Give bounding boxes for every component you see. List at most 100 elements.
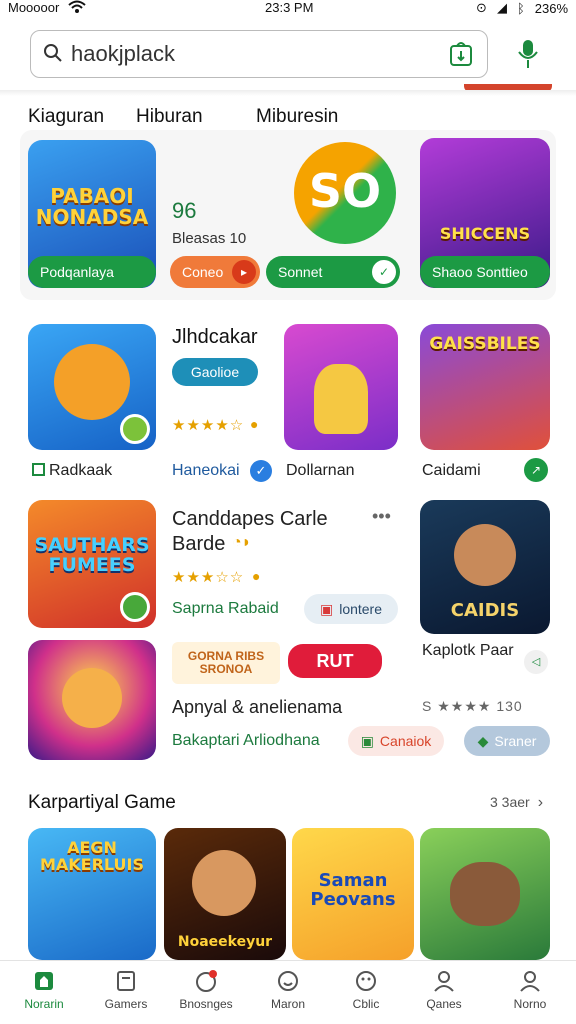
search-icon	[44, 44, 62, 62]
profile-icon	[520, 971, 540, 992]
game-title: Apnyal & anelienama	[172, 697, 343, 717]
installed-icon[interactable]: ↗	[524, 458, 548, 482]
play-store-icon[interactable]	[449, 41, 473, 67]
checkbox-item-label[interactable]: Radkaak	[32, 462, 112, 480]
game-title: Canddapes Carle	[172, 508, 328, 530]
character-art	[192, 850, 256, 916]
games-icon	[117, 971, 135, 991]
nav-profile-games[interactable]: Qanes	[408, 969, 480, 1011]
bear-character-art	[54, 344, 130, 420]
bottom-game-tile-4[interactable]	[420, 828, 550, 960]
check-icon: ✓	[372, 260, 396, 284]
emoji-icon: ◔◗	[232, 534, 252, 551]
game-tile-cowboy[interactable]: CAIDIS	[420, 500, 550, 634]
bottom-navigation: Norarin Gamers Bnosnges Maron Cblic Qane…	[0, 960, 576, 1024]
featured-action-button-1[interactable]: Podqanlaya	[28, 256, 156, 288]
tab-category-2[interactable]: Hiburan	[136, 106, 203, 128]
checkbox[interactable]	[32, 463, 45, 476]
tab-category-3[interactable]: Miburesin	[256, 106, 338, 128]
carrier-label: Mooooor	[8, 0, 60, 15]
see-all-link[interactable]: 3 3aer ›	[490, 794, 543, 812]
bear-character-art	[450, 862, 520, 926]
tag-icon: ◆	[477, 732, 489, 749]
promo-logo: SO	[294, 142, 396, 244]
game-art-title: AEGN MAKERLUIS	[39, 838, 145, 874]
status-bar: Mooooor 23:3 PM ⊙ ◢ ᛒ 236%	[0, 0, 576, 18]
search-bar[interactable]	[30, 30, 488, 78]
badge-icon	[120, 414, 150, 444]
game-tile-cat[interactable]	[284, 324, 398, 450]
alarm-icon: ⊙	[476, 0, 487, 15]
chevron-right-icon: ›	[537, 794, 544, 811]
person-icon	[434, 971, 454, 992]
tag-icon: ▣	[360, 732, 374, 749]
section-title: Karpartiyal Game	[28, 792, 176, 813]
signal-icon: ◢	[496, 0, 507, 15]
game-art-title: Noaeekeyur	[177, 934, 273, 950]
cat-character-art	[314, 364, 368, 434]
messages-icon	[196, 970, 217, 992]
smiley-icon	[278, 971, 298, 991]
home-icon	[35, 972, 53, 990]
game-title: Jlhdcakar	[172, 326, 258, 348]
search-input[interactable]	[71, 39, 431, 69]
nav-messages[interactable]: Bnosnges	[170, 969, 242, 1011]
mic-icon[interactable]	[516, 38, 540, 70]
bottom-game-tile-3[interactable]: Saman Peovans	[292, 828, 414, 960]
battery-label: 236%	[534, 0, 568, 16]
game-art-title: SAUTHARS FUMEES	[34, 534, 150, 576]
share-icon[interactable]: ◁	[524, 650, 548, 674]
game-subtitle: Haneokai	[172, 462, 240, 479]
promo-button-orange[interactable]: Coneo ▸	[170, 256, 260, 288]
promo-value: 96	[172, 198, 197, 223]
game-art-title: GAISSBILES	[429, 334, 541, 354]
game-title: Kaplotk Paar	[422, 642, 514, 659]
bottom-game-tile-1[interactable]: AEGN MAKERLUIS	[28, 828, 156, 960]
game-subtitle: Bakaptari Arliodhana	[172, 732, 320, 749]
featured-action-button-3[interactable]: Shaoo Sonttieo	[420, 256, 550, 288]
rut-button[interactable]: RUT	[288, 644, 382, 678]
tag-icon: ▣	[319, 600, 334, 617]
action-chip[interactable]: ◆ Sraner	[464, 726, 550, 756]
club-icon	[356, 971, 376, 991]
game-label: Caidami	[422, 462, 481, 479]
game-label: Dollarnan	[286, 462, 355, 479]
game-art-title: CAIDIS	[450, 600, 520, 621]
rating-stars: ★★★★☆	[172, 417, 245, 434]
game-tile-hero[interactable]	[28, 640, 156, 760]
game-art-title: PABAOI NONADSA	[35, 184, 149, 229]
verified-icon: ✓	[250, 460, 272, 482]
more-icon[interactable]: •••	[372, 506, 391, 527]
publisher-badge[interactable]: Gaolioe	[172, 358, 258, 386]
game-subtitle: Saprna Rabaid	[172, 600, 279, 617]
promo-card[interactable]: GORNA RIBS SRONOA	[172, 642, 280, 684]
bluetooth-icon: ᛒ	[516, 0, 525, 16]
emoji-icon: ●	[252, 568, 261, 584]
cowboy-character-art	[454, 524, 516, 586]
coin-icon: ●	[250, 416, 259, 432]
header-divider	[0, 90, 576, 96]
game-art-title: Saman Peovans	[310, 870, 396, 910]
action-label: Podqanlaya	[40, 264, 114, 280]
nav-marathon[interactable]: Maron	[252, 969, 324, 1011]
promo-button-green[interactable]: Sonnet ✓	[266, 256, 400, 288]
bottom-game-tile-2[interactable]: Noaeekeyur	[164, 828, 286, 960]
game-tile-monsters[interactable]: SAUTHARS FUMEES	[28, 500, 156, 628]
game-art-title: SHICCENS	[439, 224, 531, 243]
nav-home[interactable]: Norarin	[8, 969, 80, 1011]
clock: 23:3 PM	[265, 0, 314, 15]
game-tile-casino-party[interactable]: GAISSBILES	[420, 324, 550, 450]
nav-games[interactable]: Gamers	[90, 969, 162, 1011]
rating-stars: S ★★★★ 130	[422, 698, 523, 714]
info-chip[interactable]: ▣ lontere	[304, 594, 398, 624]
game-title-line2: Barde	[172, 533, 226, 555]
hero-character-art	[62, 668, 122, 728]
badge-icon	[120, 592, 150, 622]
game-tile-bear[interactable]	[28, 324, 156, 450]
install-chip[interactable]: ▣ Canaiok	[348, 726, 444, 756]
nav-club[interactable]: Cblic	[330, 969, 402, 1011]
nav-more[interactable]: Norno	[494, 969, 566, 1011]
wifi-icon	[68, 0, 86, 17]
rating-stars: ★★★☆☆	[172, 569, 245, 586]
tab-category-1[interactable]: Kiaguran	[28, 106, 104, 128]
